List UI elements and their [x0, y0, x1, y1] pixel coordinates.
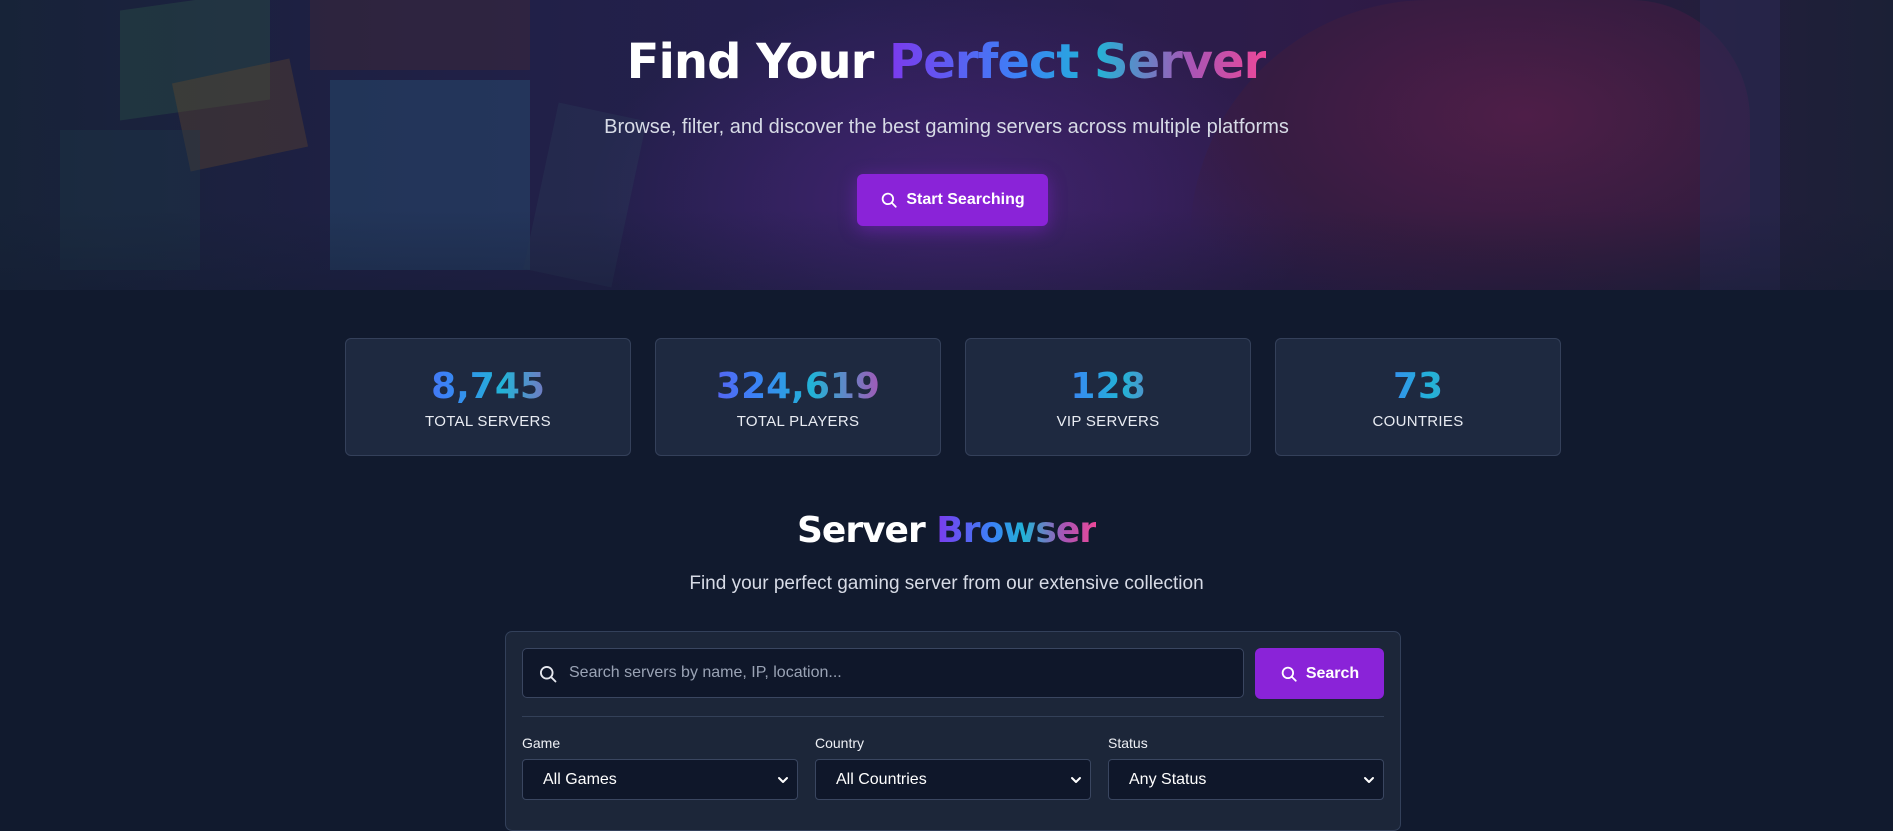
stat-card-countries: 73 COUNTRIES	[1275, 338, 1561, 456]
divider	[522, 716, 1384, 717]
stat-value: 73	[1276, 365, 1560, 409]
search-filter-panel: Search Game All Games Country All Countr…	[505, 631, 1401, 831]
start-searching-label: Start Searching	[906, 191, 1025, 208]
search-button[interactable]: Search	[1255, 648, 1384, 699]
start-searching-button[interactable]: Start Searching	[857, 174, 1048, 226]
stat-value: 128	[966, 365, 1250, 409]
game-select[interactable]: All Games	[522, 759, 798, 800]
country-select[interactable]: All Countries	[815, 759, 1091, 800]
hero-title: Find Your Perfect Server	[0, 34, 1893, 90]
filter-country: Country All Countries	[815, 735, 1091, 800]
hero-title-plain: Find Your	[626, 34, 890, 90]
stat-card-total-players: 324,619 TOTAL PLAYERS	[655, 338, 941, 456]
hero-title-accent: Perfect Server	[889, 34, 1267, 90]
filter-game-label: Game	[522, 735, 561, 751]
stat-label: VIP SERVERS	[1056, 413, 1160, 430]
section-title-accent: Browser	[936, 510, 1097, 551]
status-select[interactable]: Any Status	[1108, 759, 1384, 800]
search-icon	[1281, 666, 1297, 682]
search-icon	[540, 666, 557, 683]
stat-value: 8,745	[346, 365, 630, 409]
search-button-label: Search	[1305, 664, 1360, 682]
search-box	[522, 648, 1244, 698]
search-icon	[882, 192, 898, 208]
status-select-value: Any Status	[1129, 771, 1207, 788]
chevron-down-icon	[1364, 777, 1374, 783]
stat-label: COUNTRIES	[1372, 413, 1464, 430]
chevron-down-icon	[1071, 777, 1081, 783]
country-select-value: All Countries	[836, 771, 927, 788]
filter-game: Game All Games	[522, 735, 798, 800]
stat-card-vip-servers: 128 VIP SERVERS	[965, 338, 1251, 456]
section-title-plain: Server	[796, 510, 937, 551]
hero-banner: Find Your Perfect Server Browse, filter,…	[0, 0, 1893, 290]
server-browser-title: Server Browser	[0, 510, 1893, 551]
stat-label: TOTAL PLAYERS	[736, 413, 860, 430]
stat-card-total-servers: 8,745 TOTAL SERVERS	[345, 338, 631, 456]
filter-status-label: Status	[1108, 735, 1148, 751]
server-browser-subtitle: Find your perfect gaming server from our…	[689, 573, 1204, 594]
game-select-value: All Games	[543, 771, 617, 788]
stat-label: TOTAL SERVERS	[425, 413, 551, 430]
filter-country-label: Country	[815, 735, 865, 751]
stats-row: 8,745 TOTAL SERVERS 324,619 TOTAL PLAYER…	[345, 338, 1561, 456]
filter-status: Status Any Status	[1108, 735, 1384, 800]
stat-value: 324,619	[656, 365, 940, 409]
search-input[interactable]	[569, 649, 1229, 697]
chevron-down-icon	[778, 777, 788, 783]
hero-subtitle: Browse, filter, and discover the best ga…	[604, 116, 1289, 138]
